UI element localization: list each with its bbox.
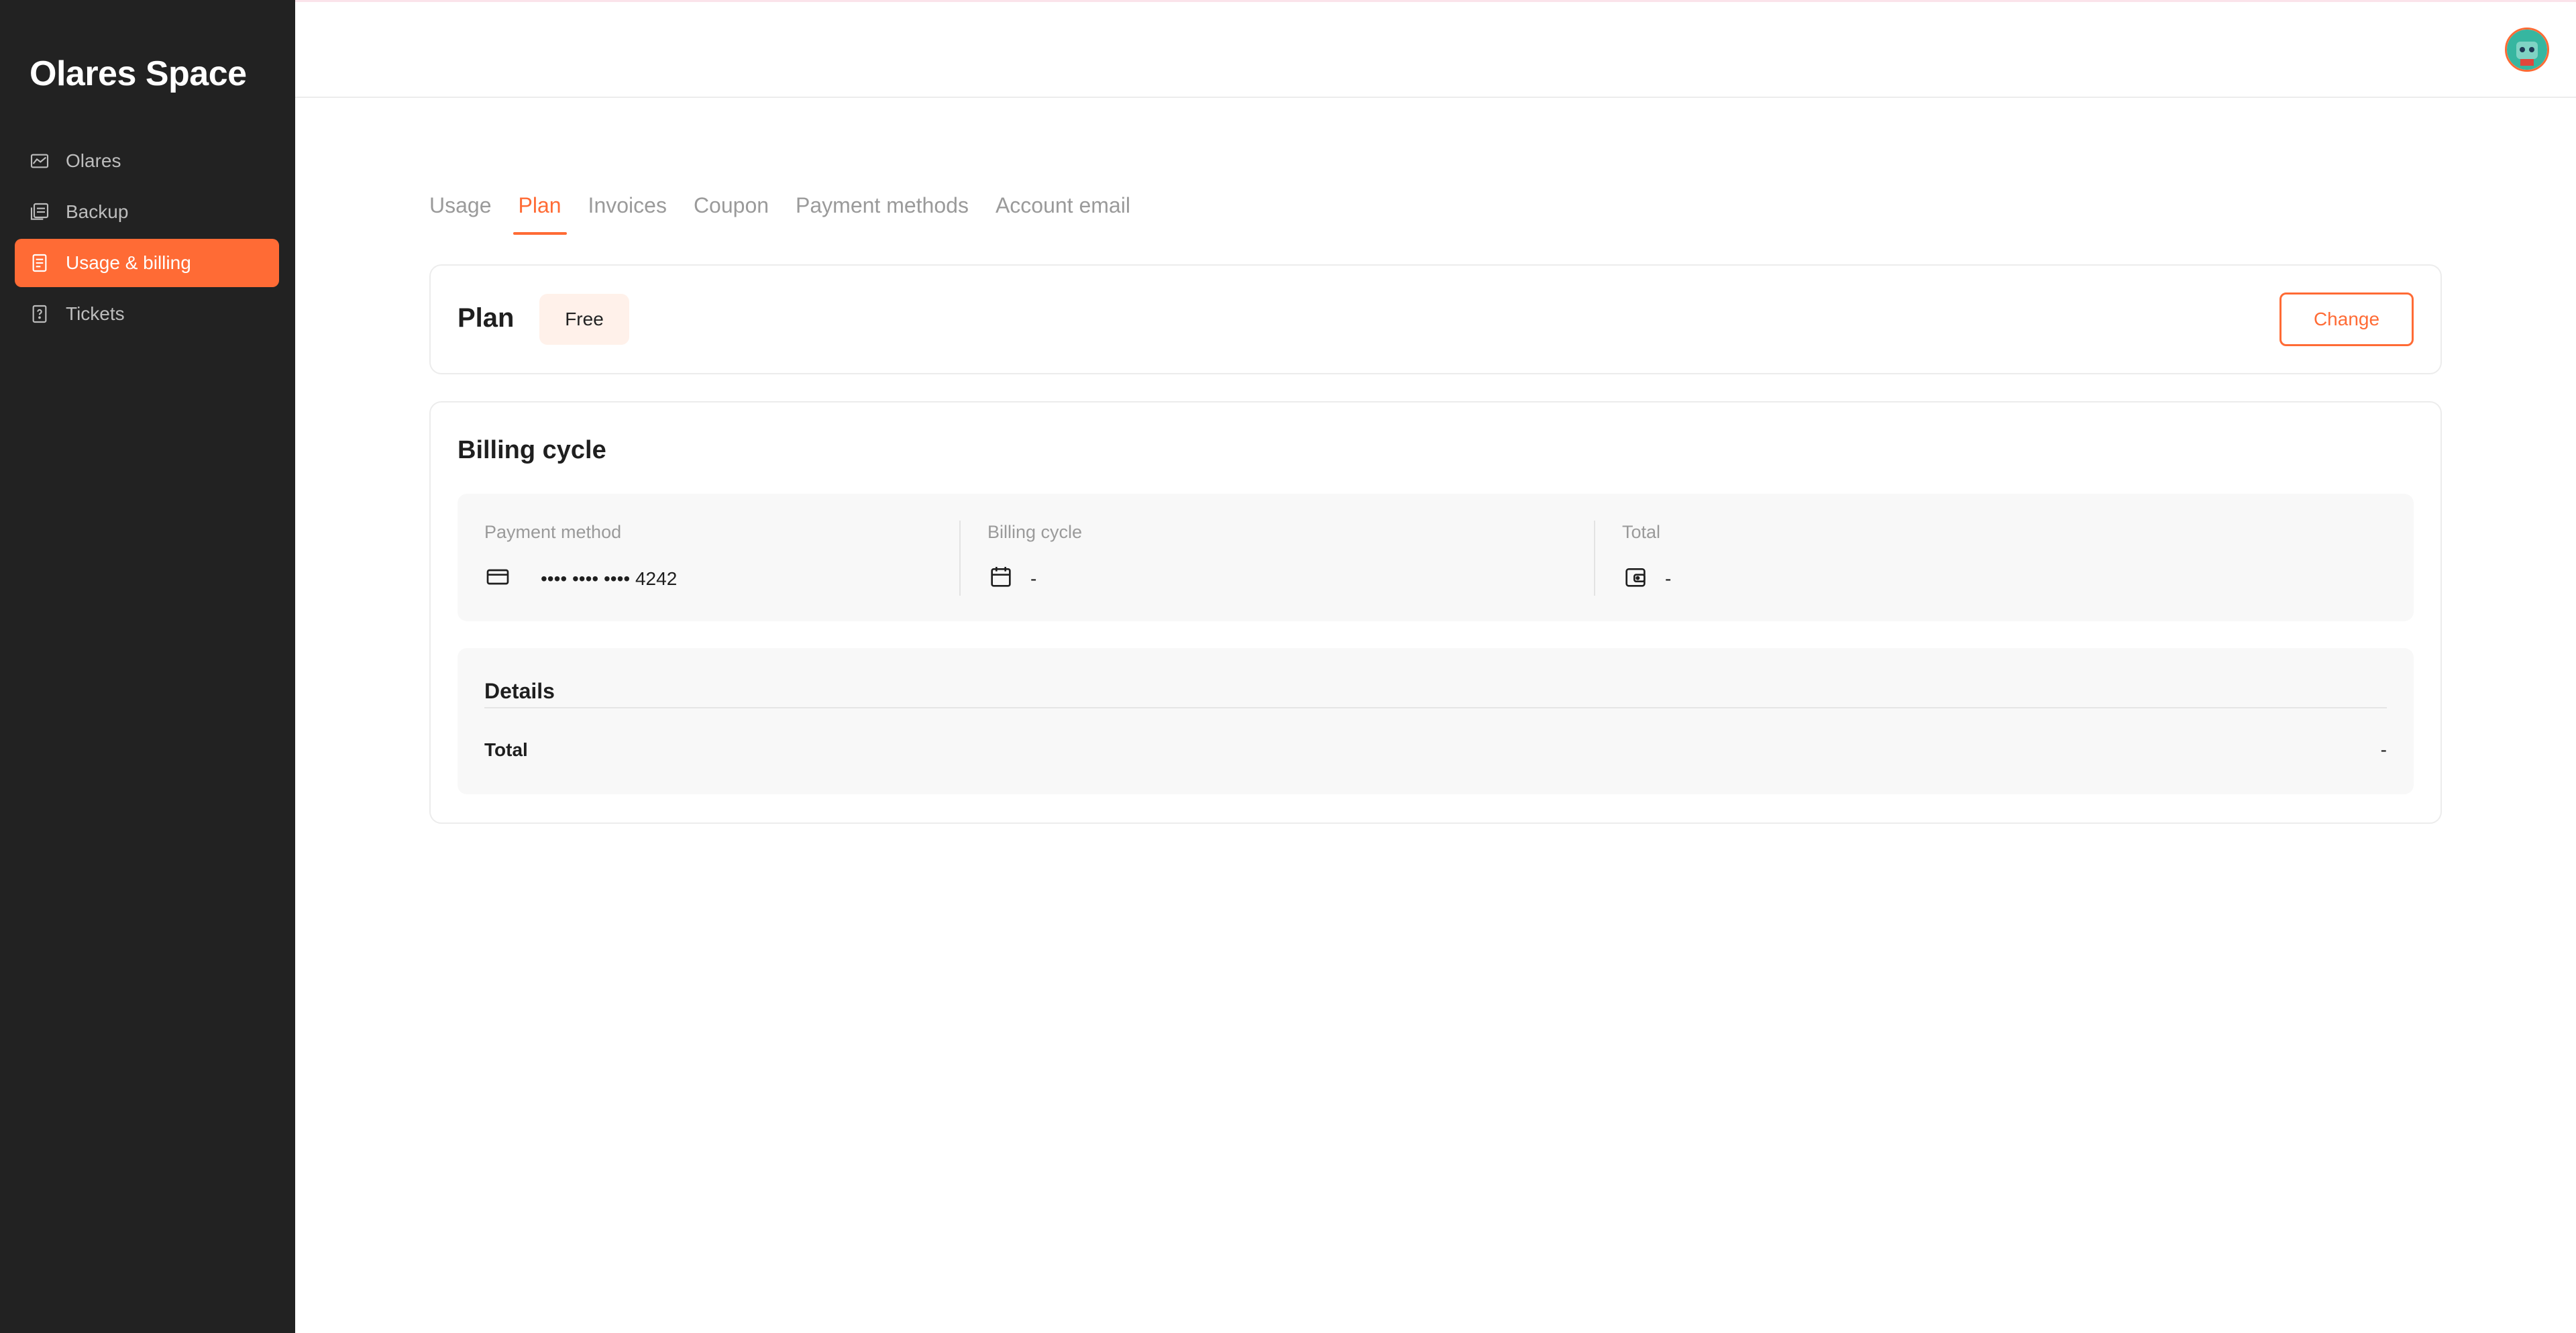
sidebar: Olares Space Olares Backup Usage & billi… — [0, 0, 295, 1333]
chart-icon — [28, 150, 51, 172]
total-row: - — [1622, 564, 1671, 594]
plan-card: Plan Free Change — [429, 264, 2442, 374]
details-box: Details Total - — [458, 648, 2414, 794]
sidebar-item-label: Tickets — [66, 303, 125, 324]
wallet-icon — [1622, 564, 1649, 594]
tab-bar: Usage Plan Invoices Coupon Payment metho… — [429, 191, 1157, 242]
user-avatar[interactable] — [2505, 28, 2549, 72]
billing-cycle-row: - — [987, 564, 1036, 594]
details-divider — [484, 707, 2387, 708]
payment-method-value: •••• •••• •••• 4242 — [541, 568, 678, 589]
plan-title: Plan — [458, 303, 515, 333]
sidebar-item-olares[interactable]: Olares — [15, 137, 279, 185]
plan-badge: Free — [539, 294, 629, 345]
payment-method-row: •••• •••• •••• 4242 — [484, 564, 677, 594]
sidebar-item-backup[interactable]: Backup — [15, 188, 279, 236]
brand-logo: Olares Space — [30, 54, 247, 93]
billing-cycle-label: Billing cycle — [987, 522, 1083, 542]
ticket-icon — [28, 303, 51, 325]
details-total-label: Total — [484, 739, 528, 760]
calendar-icon — [987, 564, 1014, 594]
credit-card-icon — [484, 564, 511, 594]
sidebar-item-label: Backup — [66, 201, 129, 222]
billing-title: Billing cycle — [458, 436, 606, 464]
billing-icon — [28, 252, 51, 274]
billing-cycle-value: - — [1030, 568, 1037, 589]
app-root: Olares Space Olares Backup Usage & billi… — [0, 0, 2576, 1333]
billing-info-box: Payment method •••• •••• •••• 4242 Billi… — [458, 494, 2414, 621]
tab-invoices[interactable]: Invoices — [588, 191, 667, 242]
sidebar-item-tickets[interactable]: Tickets — [15, 290, 279, 338]
sidebar-item-usage-billing[interactable]: Usage & billing — [15, 239, 279, 287]
sidebar-item-label: Usage & billing — [66, 252, 191, 273]
tab-plan[interactable]: Plan — [513, 191, 567, 242]
tab-coupon[interactable]: Coupon — [694, 191, 769, 242]
payment-method-section: Payment method •••• •••• •••• 4242 — [458, 494, 959, 621]
backup-icon — [28, 201, 51, 223]
sidebar-nav: Olares Backup Usage & billing Tickets — [15, 137, 279, 341]
top-bar — [295, 2, 2576, 98]
sidebar-item-label: Olares — [66, 150, 121, 171]
total-label: Total — [1622, 522, 1661, 542]
details-total-value: - — [2380, 739, 2387, 760]
billing-cycle-section: Billing cycle - — [959, 521, 1594, 596]
total-value: - — [1665, 568, 1672, 589]
total-section: Total - — [1594, 521, 2414, 596]
billing-cycle-card: Billing cycle Payment method •••• •••• •… — [429, 401, 2442, 824]
change-plan-button[interactable]: Change — [2279, 292, 2414, 346]
details-title: Details — [484, 679, 555, 703]
tab-account-email[interactable]: Account email — [996, 191, 1130, 242]
tab-payment-methods[interactable]: Payment methods — [796, 191, 969, 242]
payment-method-label: Payment method — [484, 522, 622, 542]
tab-usage[interactable]: Usage — [429, 191, 492, 242]
